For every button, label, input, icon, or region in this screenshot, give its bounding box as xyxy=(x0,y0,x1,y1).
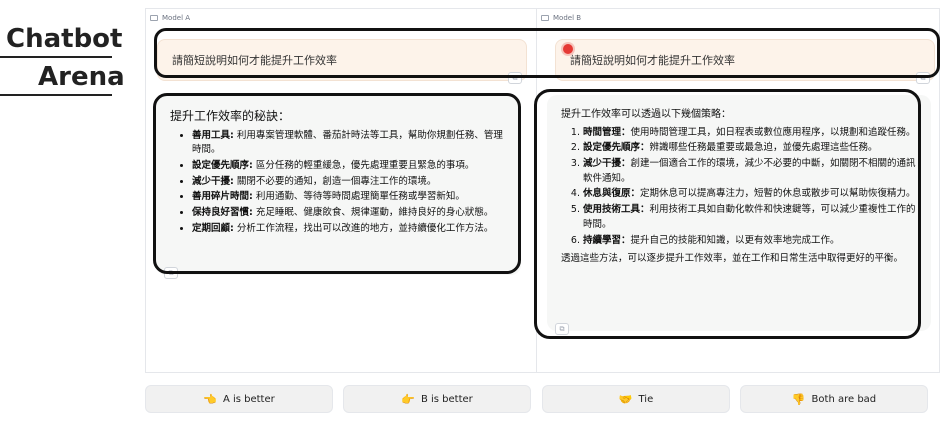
list-item: 持續學習：提升自己的技能和知識，以更有效率地完成工作。 xyxy=(583,234,921,249)
model-b-reply-title: 提升工作效率可以透過以下幾個策略： xyxy=(561,109,731,120)
model-b-prompt-text: 請簡短說明如何才能提升工作效率 xyxy=(570,54,735,67)
model-b-reply-bubble: 提升工作效率可以透過以下幾個策略： 時間管理：使用時間管理工具，如日程表或數位應… xyxy=(547,95,931,335)
vote-label: B is better xyxy=(420,393,473,405)
list-item: 設定優先順序：辨識哪些任務最重要或最急迫，並優先處理這些任務。 xyxy=(583,141,921,156)
copy-icon[interactable]: ⧉ xyxy=(555,323,569,335)
model-a-panel: Model A 請簡短說明如何才能提升工作效率 ⧉ 提升工作效率的秘訣： 善用工… xyxy=(146,9,537,372)
chat-icon xyxy=(150,15,158,21)
chat-arena: Model A 請簡短說明如何才能提升工作效率 ⧉ 提升工作效率的秘訣： 善用工… xyxy=(145,8,940,373)
model-b-label-text: Model B xyxy=(553,14,582,22)
point-left-icon: 👈 xyxy=(203,392,217,406)
model-a-prompt-text: 請簡短說明如何才能提升工作效率 xyxy=(172,54,337,67)
copy-icon[interactable]: ⧉ xyxy=(164,267,178,279)
thumbs-down-icon: 👎 xyxy=(791,392,806,406)
vote-a-better-button[interactable]: 👈 A is better xyxy=(145,385,333,413)
model-b-label: Model B xyxy=(541,14,581,22)
model-b-reply-list: 時間管理：使用時間管理工具，如日程表或數位應用程序，以規劃和追蹤任務。 設定優先… xyxy=(561,126,921,249)
model-a-label-text: Model A xyxy=(162,14,191,22)
cursor-pointer-icon xyxy=(563,44,573,54)
model-b-panel: Model B 請簡短說明如何才能提升工作效率 ⧉ 提升工作效率可以透過以下幾個… xyxy=(537,9,940,372)
model-a-reply-bubble: 提升工作效率的秘訣： 善用工具: 利用專案管理軟體、番茄計時法等工具，幫助你規劃… xyxy=(156,95,521,279)
list-item: 休息與復原：定期休息可以提高專注力，短暫的休息或散步可以幫助恢復精力。 xyxy=(583,187,921,202)
vote-b-better-button[interactable]: 👉 B is better xyxy=(343,385,531,413)
vote-label: A is better xyxy=(222,393,275,405)
model-b-prompt-bubble: 請簡短說明如何才能提升工作效率 ⧉ xyxy=(555,39,935,84)
model-a-reply-list: 善用工具: 利用專案管理軟體、番茄計時法等工具，幫助你規劃任務、管理時間。 設定… xyxy=(170,129,509,237)
handshake-icon: 🤝 xyxy=(618,392,633,406)
model-a-label: Model A xyxy=(150,14,190,22)
copy-icon[interactable]: ⧉ xyxy=(508,72,522,84)
list-item: 減少干擾：創建一個適合工作的環境，減少不必要的中斷，如關閉不相關的通訊軟件通知。 xyxy=(583,157,921,186)
vote-tie-button[interactable]: 🤝 Tie xyxy=(542,385,730,413)
model-a-reply-title: 提升工作效率的秘訣： xyxy=(170,109,291,123)
list-item: 減少干擾: 關閉不必要的通知，創造一個專注工作的環境。 xyxy=(192,175,509,190)
chat-icon xyxy=(541,15,549,21)
vote-both-bad-button[interactable]: 👎 Both are bad xyxy=(740,385,928,413)
brand-logo: Chatbot Arena xyxy=(0,24,125,96)
model-b-reply-footer: 透過這些方法，可以逐步提升工作效率，並在工作和日常生活中取得更好的平衡。 xyxy=(561,253,904,265)
point-right-icon: 👉 xyxy=(401,392,415,406)
list-item: 定期回顧: 分析工作流程，找出可以改進的地方，並持續優化工作方法。 xyxy=(192,222,509,237)
brand-title-line1: Chatbot xyxy=(0,24,122,58)
list-item: 善用工具: 利用專案管理軟體、番茄計時法等工具，幫助你規劃任務、管理時間。 xyxy=(192,129,509,158)
vote-label: Tie xyxy=(638,393,654,405)
list-item: 善用碎片時間: 利用通勤、等待等時間處理簡單任務或學習新知。 xyxy=(192,190,509,205)
brand-title-line2: Arena xyxy=(0,62,125,96)
vote-bar: 👈 A is better 👉 B is better 🤝 Tie 👎 Both… xyxy=(145,385,940,413)
list-item: 使用技術工具：利用技術工具如自動化軟件和快速鍵等，可以減少重複性工作的時間。 xyxy=(583,203,921,232)
list-item: 設定優先順序: 區分任務的輕重緩急，優先處理重要且緊急的事項。 xyxy=(192,159,509,174)
copy-icon[interactable]: ⧉ xyxy=(916,72,930,84)
list-item: 保持良好習慣: 充足睡眠、健康飲食、規律運動，維持良好的身心狀態。 xyxy=(192,206,509,221)
vote-label: Both are bad xyxy=(811,393,877,405)
list-item: 時間管理：使用時間管理工具，如日程表或數位應用程序，以規劃和追蹤任務。 xyxy=(583,126,921,141)
model-a-prompt-bubble: 請簡短說明如何才能提升工作效率 ⧉ xyxy=(157,39,527,84)
